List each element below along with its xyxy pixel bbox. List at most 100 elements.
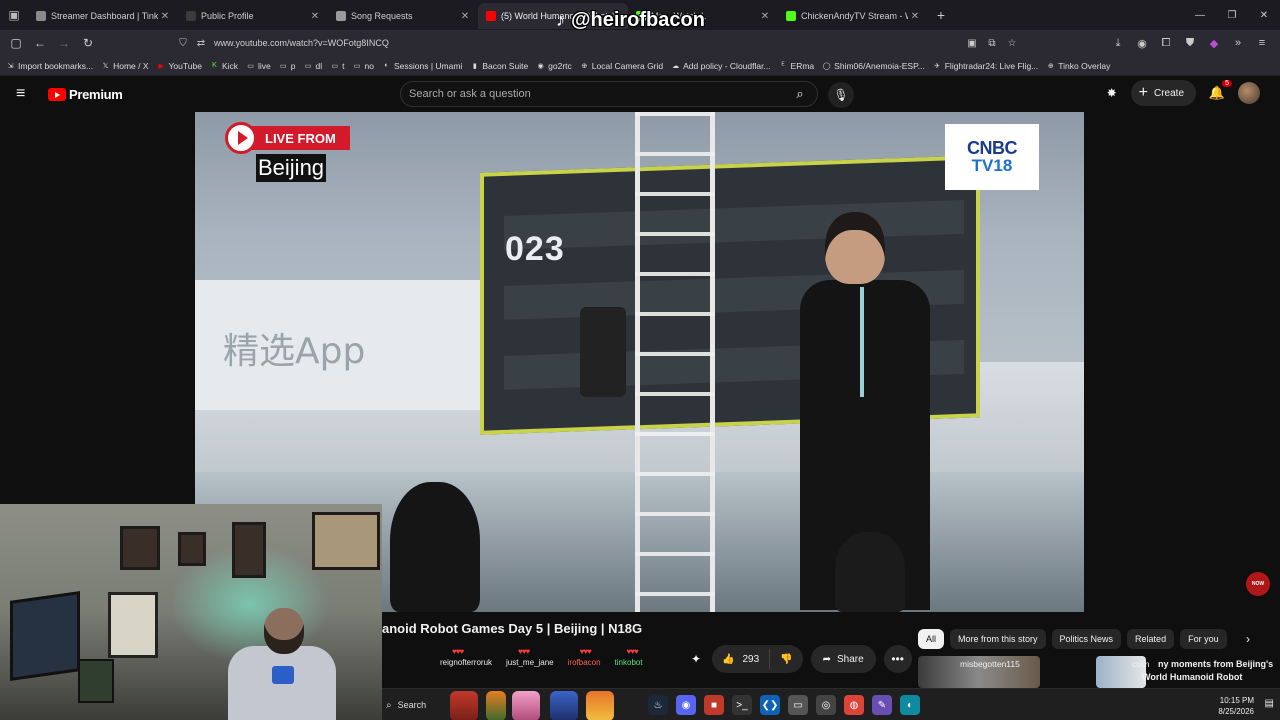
- youtube-logo[interactable]: Premium: [48, 87, 123, 102]
- new-tab-button[interactable]: +: [928, 7, 954, 23]
- close-tab-icon[interactable]: ✕: [308, 11, 322, 22]
- address-bar[interactable]: ⛉ ⇄ www.youtube.com/watch?v=WOFotg8INCQ …: [174, 33, 1026, 53]
- bookmark-item[interactable]: ▭ p: [279, 61, 296, 71]
- sidebar-toggle-icon[interactable]: ▢: [4, 31, 28, 55]
- search-input[interactable]: [401, 88, 783, 100]
- recommendation-row[interactable]: misbegotten115 colin ny moments from Bei…: [918, 656, 1280, 688]
- downloads-icon[interactable]: ⤓: [1108, 37, 1128, 50]
- bacon-icon: ▮: [472, 62, 477, 70]
- notification-center-icon[interactable]: ▤: [1265, 698, 1274, 709]
- dislike-button[interactable]: 👎: [770, 654, 802, 665]
- share-button[interactable]: ➦ Share: [810, 645, 876, 673]
- thumbs-up-icon: 👍: [722, 653, 735, 665]
- bookmark-label: no: [364, 60, 374, 71]
- bookmark-item[interactable]: ⇲ Import bookmarks...: [6, 61, 94, 71]
- steam-icon[interactable]: ♨: [648, 695, 668, 715]
- filter-chip[interactable]: For you: [1180, 629, 1227, 649]
- bookmark-item[interactable]: ☁ Add policy - Cloudflar...: [671, 61, 770, 71]
- bookmark-item[interactable]: ⊕ Local Camera Grid: [580, 61, 663, 71]
- create-button[interactable]: + Create: [1130, 80, 1196, 106]
- bookmark-item[interactable]: ◐ Sessions | Umami: [382, 61, 462, 71]
- terminal-icon[interactable]: >_: [732, 695, 752, 715]
- obs-icon[interactable]: ◎: [816, 695, 836, 715]
- browser-tab[interactable]: Song Requests ✕: [328, 3, 478, 29]
- bookmark-item[interactable]: K Kick: [210, 61, 238, 71]
- vscode-icon[interactable]: ❮❯: [760, 695, 780, 715]
- umami-icon: ◐: [384, 62, 389, 69]
- now-badge[interactable]: NOW: [1246, 572, 1270, 596]
- discord-icon[interactable]: ◉: [676, 695, 696, 715]
- filter-chip[interactable]: More from this story: [950, 629, 1046, 649]
- bookmark-item[interactable]: ▮ Bacon Suite: [470, 61, 528, 71]
- close-tab-icon[interactable]: ✕: [758, 11, 772, 22]
- chat-username-text: just_me_jane: [506, 658, 554, 667]
- bookmark-item[interactable]: ⊕ Tinko Overlay: [1046, 61, 1111, 71]
- shirt-logo: [272, 666, 294, 684]
- extensions-icon[interactable]: ⧠: [1156, 37, 1176, 50]
- like-button[interactable]: 👍 293: [712, 649, 771, 669]
- url-text[interactable]: www.youtube.com/watch?v=WOFotg8INCQ: [214, 38, 389, 48]
- minimize-icon[interactable]: —: [1184, 0, 1216, 30]
- filter-chip[interactable]: Politics News: [1051, 629, 1122, 649]
- pip-icon[interactable]: ⧉: [984, 38, 1000, 49]
- chat-overlay: ♥♥♥ reignofterroruk ♥♥♥ just_me_jane ♥♥♥ irof…: [440, 647, 643, 667]
- bookmark-item[interactable]: ◯ Shim06/Anemoia-ESP...: [822, 61, 925, 71]
- import-icon: ⇲: [7, 62, 14, 70]
- pixel-sprite: [512, 691, 540, 720]
- overflow-chevron-icon[interactable]: »: [1228, 37, 1248, 49]
- chrome-icon[interactable]: ◍: [844, 695, 864, 715]
- hamburger-menu-icon[interactable]: ≡: [16, 85, 32, 103]
- sparkle-extension-icon[interactable]: ✸: [1103, 86, 1121, 100]
- wall-picture-frame: [120, 526, 160, 570]
- bookmark-item[interactable]: ▭ live: [246, 61, 271, 71]
- ask-sparkle-icon[interactable]: ✦: [688, 652, 704, 666]
- avatar[interactable]: [1238, 82, 1260, 104]
- permissions-icon[interactable]: ⇄: [192, 38, 210, 49]
- ext-purple-icon[interactable]: ◆: [1204, 37, 1224, 50]
- menu-icon[interactable]: ≡: [1252, 37, 1272, 49]
- browser-tab[interactable]: Streamer Dashboard | Tinkobot✕: [28, 3, 178, 29]
- account-icon[interactable]: ◉: [1132, 37, 1152, 50]
- webcam-overlay: [0, 504, 382, 720]
- bookmark-item[interactable]: ◉ go2rtc: [536, 61, 572, 71]
- more-actions-icon[interactable]: •••: [883, 645, 912, 673]
- mic-icon[interactable]: 🎙: [828, 82, 854, 108]
- bookmark-star-icon[interactable]: ☆: [1004, 38, 1020, 49]
- filter-chip[interactable]: All: [918, 629, 945, 649]
- globe-icon: ⊕: [1047, 62, 1054, 70]
- reload-icon[interactable]: ↻: [76, 31, 100, 55]
- bookmark-item[interactable]: ▶ YouTube: [157, 61, 202, 71]
- restore-icon[interactable]: ❐: [1216, 0, 1248, 30]
- flightradar-icon: ✈: [934, 62, 941, 70]
- bookmark-item[interactable]: 𝕏 Home / X: [101, 61, 149, 71]
- close-tab-icon[interactable]: ✕: [458, 11, 472, 22]
- close-tab-icon[interactable]: ✕: [908, 11, 922, 22]
- window-icon[interactable]: ▭: [788, 695, 808, 715]
- edge-icon[interactable]: ◐: [900, 695, 920, 715]
- search-icon[interactable]: ⌕: [783, 82, 817, 106]
- bookmark-label: Shim06/Anemoia-ESP...: [834, 60, 925, 71]
- tab-list-icon[interactable]: ▣: [0, 0, 28, 30]
- forward-icon[interactable]: →: [52, 31, 76, 55]
- bookmark-item[interactable]: ▭ dl: [304, 61, 322, 71]
- shield-ext-icon[interactable]: ⛊: [1180, 37, 1200, 50]
- bookmark-item[interactable]: ᴱ ERma: [779, 61, 815, 71]
- browser-tab[interactable]: ChickenAndyTV Stream - W ✕: [778, 3, 928, 29]
- browser-tab[interactable]: Public Profile ✕: [178, 3, 328, 29]
- tab-title: Public Profile: [201, 11, 254, 21]
- close-tab-icon[interactable]: ✕: [158, 11, 172, 22]
- filter-chip[interactable]: Related: [1127, 629, 1175, 649]
- taskbar-search[interactable]: ⌕ Search: [386, 694, 446, 716]
- bookmark-item[interactable]: ▭ no: [353, 61, 374, 71]
- bookmark-item[interactable]: ✈ Flightradar24: Live Flig...: [933, 61, 1038, 71]
- screenshot-icon[interactable]: ▣: [964, 38, 980, 49]
- bookmark-item[interactable]: ▭ t: [330, 61, 344, 71]
- app-red-icon[interactable]: ■: [704, 695, 724, 715]
- taskbar-clock[interactable]: 10:15 PM 8/25/2026: [1218, 695, 1254, 717]
- shield-icon[interactable]: ⛉: [174, 38, 192, 49]
- back-icon[interactable]: ←: [28, 31, 52, 55]
- pen-icon[interactable]: ✎: [872, 695, 892, 715]
- close-window-icon[interactable]: ✕: [1248, 0, 1280, 30]
- notifications-bell-icon[interactable]: 🔔 5: [1206, 80, 1232, 101]
- chevron-right-icon[interactable]: ›: [1246, 632, 1250, 646]
